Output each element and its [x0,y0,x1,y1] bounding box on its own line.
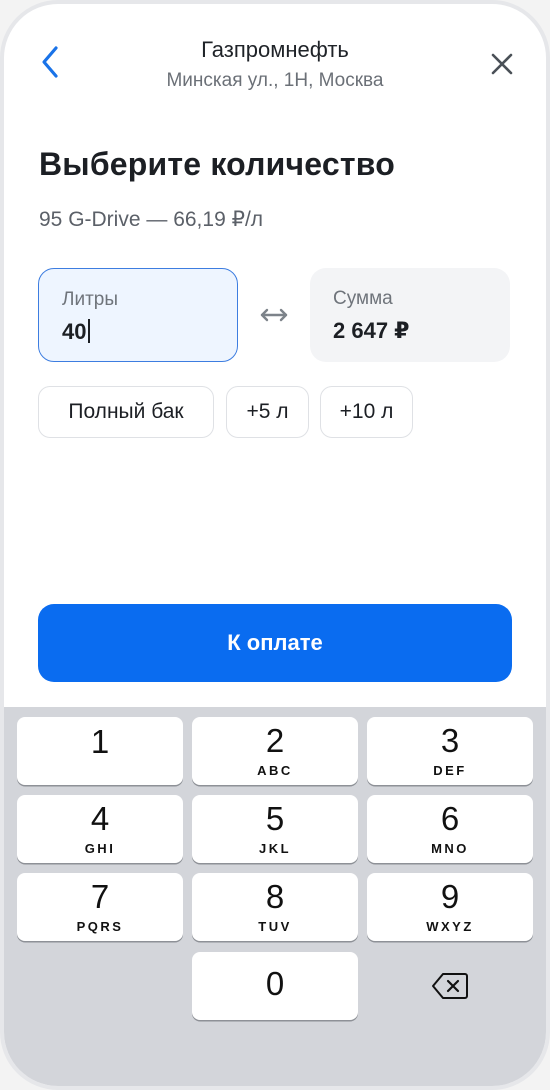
key-4[interactable]: 4 GHI [17,795,183,863]
key-digit: 0 [265,965,285,1002]
key-letters: WXYZ [426,919,474,934]
liters-value: 40 [62,319,87,344]
key-letters: PQRS [76,919,124,934]
sum-label: Сумма [333,288,393,309]
liters-label: Литры [62,289,119,310]
sum-value: 2 647 ₽ [333,318,410,343]
station-name: Газпромнефть [201,37,349,62]
key-letters: MNO [431,841,469,856]
key-letters: DEF [433,763,467,778]
key-digit: 3 [440,722,460,759]
swap-horizontal-icon [260,308,288,322]
key-digit: 5 [265,800,285,837]
key-digit: 6 [440,800,460,837]
backspace-button[interactable] [367,952,533,1020]
key-digit: 7 [90,878,110,915]
key-digit: 2 [265,722,285,759]
plus-10-liters-chip[interactable]: +10 л [320,386,413,438]
key-letters: GHI [84,841,116,856]
fuel-price: 95 G-Drive — 66,19 ₽/л [39,208,264,231]
key-5[interactable]: 5 JKL [192,795,358,863]
backspace-icon [432,973,468,999]
key-digit: 9 [440,878,460,915]
liters-input[interactable]: 40 [62,319,91,345]
numeric-keypad: 1 2 ABC 3 DEF 4 GHI 5 JKL 6 MNO 7 PQRS 8 [4,707,546,1086]
pay-button[interactable]: К оплате [38,604,512,682]
key-digit: 1 [90,723,110,760]
close-button[interactable] [482,44,522,84]
page-title: Выберите количество [39,146,395,182]
key-0[interactable]: 0 [192,952,358,1020]
phone-screen: Газпромнефть Минская ул., 1Н, Москва Выб… [0,0,550,1090]
key-letters: JKL [258,841,292,856]
station-address: Минская ул., 1Н, Москва [166,70,384,91]
key-digit: 8 [265,878,285,915]
key-7[interactable]: 7 PQRS [17,873,183,941]
text-caret [88,319,91,343]
close-icon [491,53,513,75]
header: Газпромнефть Минская ул., 1Н, Москва [4,4,546,114]
key-letters: ABC [257,763,293,778]
key-1[interactable]: 1 [17,717,183,785]
key-2[interactable]: 2 ABC [192,717,358,785]
full-tank-chip[interactable]: Полный бак [38,386,214,438]
plus-5-liters-chip[interactable]: +5 л [226,386,309,438]
key-3[interactable]: 3 DEF [367,717,533,785]
sum-field[interactable]: Сумма 2 647 ₽ [310,268,510,362]
liters-field[interactable]: Литры 40 [38,268,238,362]
key-letters: TUV [258,919,292,934]
key-9[interactable]: 9 WXYZ [367,873,533,941]
key-6[interactable]: 6 MNO [367,795,533,863]
key-8[interactable]: 8 TUV [192,873,358,941]
key-digit: 4 [90,800,110,837]
